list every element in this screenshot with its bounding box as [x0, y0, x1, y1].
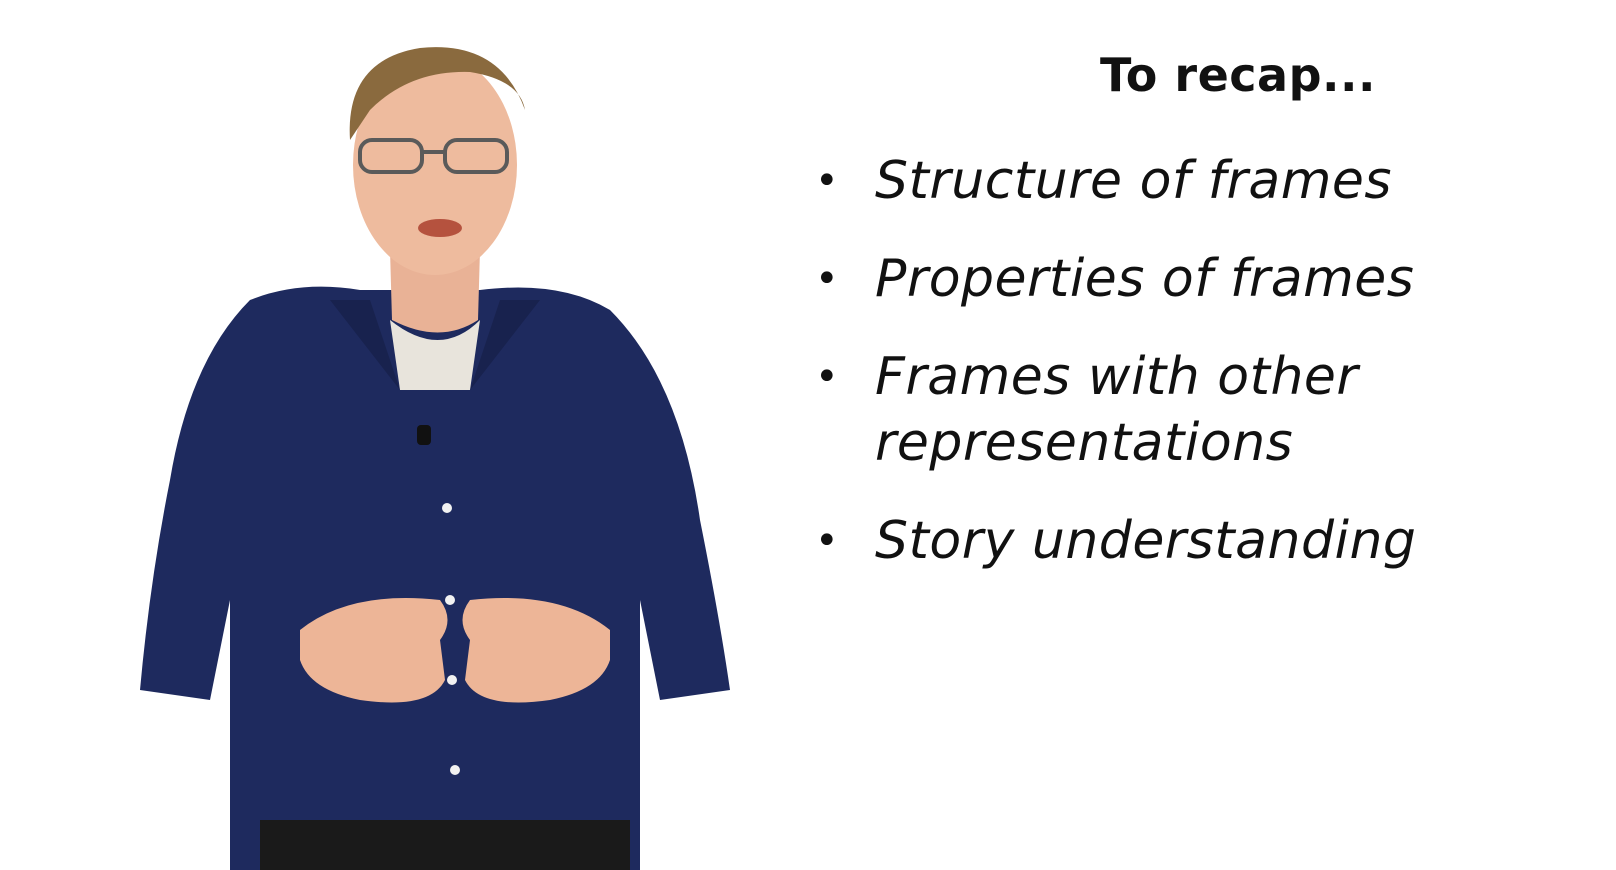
recap-item-text: Frames with other representations: [875, 347, 1359, 473]
slide-title: To recap...: [1100, 48, 1376, 102]
bullet-icon: •: [815, 354, 840, 400]
presenter-mouth: [418, 219, 462, 237]
recap-item-text: Properties of frames: [875, 249, 1415, 309]
lecture-video-frame: To recap... • Structure of frames • Prop…: [0, 0, 1616, 870]
recap-item: • Frames with other representations: [805, 344, 1595, 476]
bullet-icon: •: [815, 256, 840, 302]
recap-item-text: Story understanding: [875, 511, 1417, 571]
recap-item: • Properties of frames: [805, 246, 1595, 312]
recap-list: • Structure of frames • Properties of fr…: [805, 148, 1595, 606]
bullet-icon: •: [815, 158, 840, 204]
recap-item: • Structure of frames: [805, 148, 1595, 214]
presenter-belt: [260, 820, 630, 870]
recap-item-text: Structure of frames: [875, 151, 1393, 211]
presenter-figure: [140, 47, 730, 870]
recap-item: • Story understanding: [805, 508, 1595, 574]
lapel-microphone: [417, 425, 431, 445]
bullet-icon: •: [815, 518, 840, 564]
